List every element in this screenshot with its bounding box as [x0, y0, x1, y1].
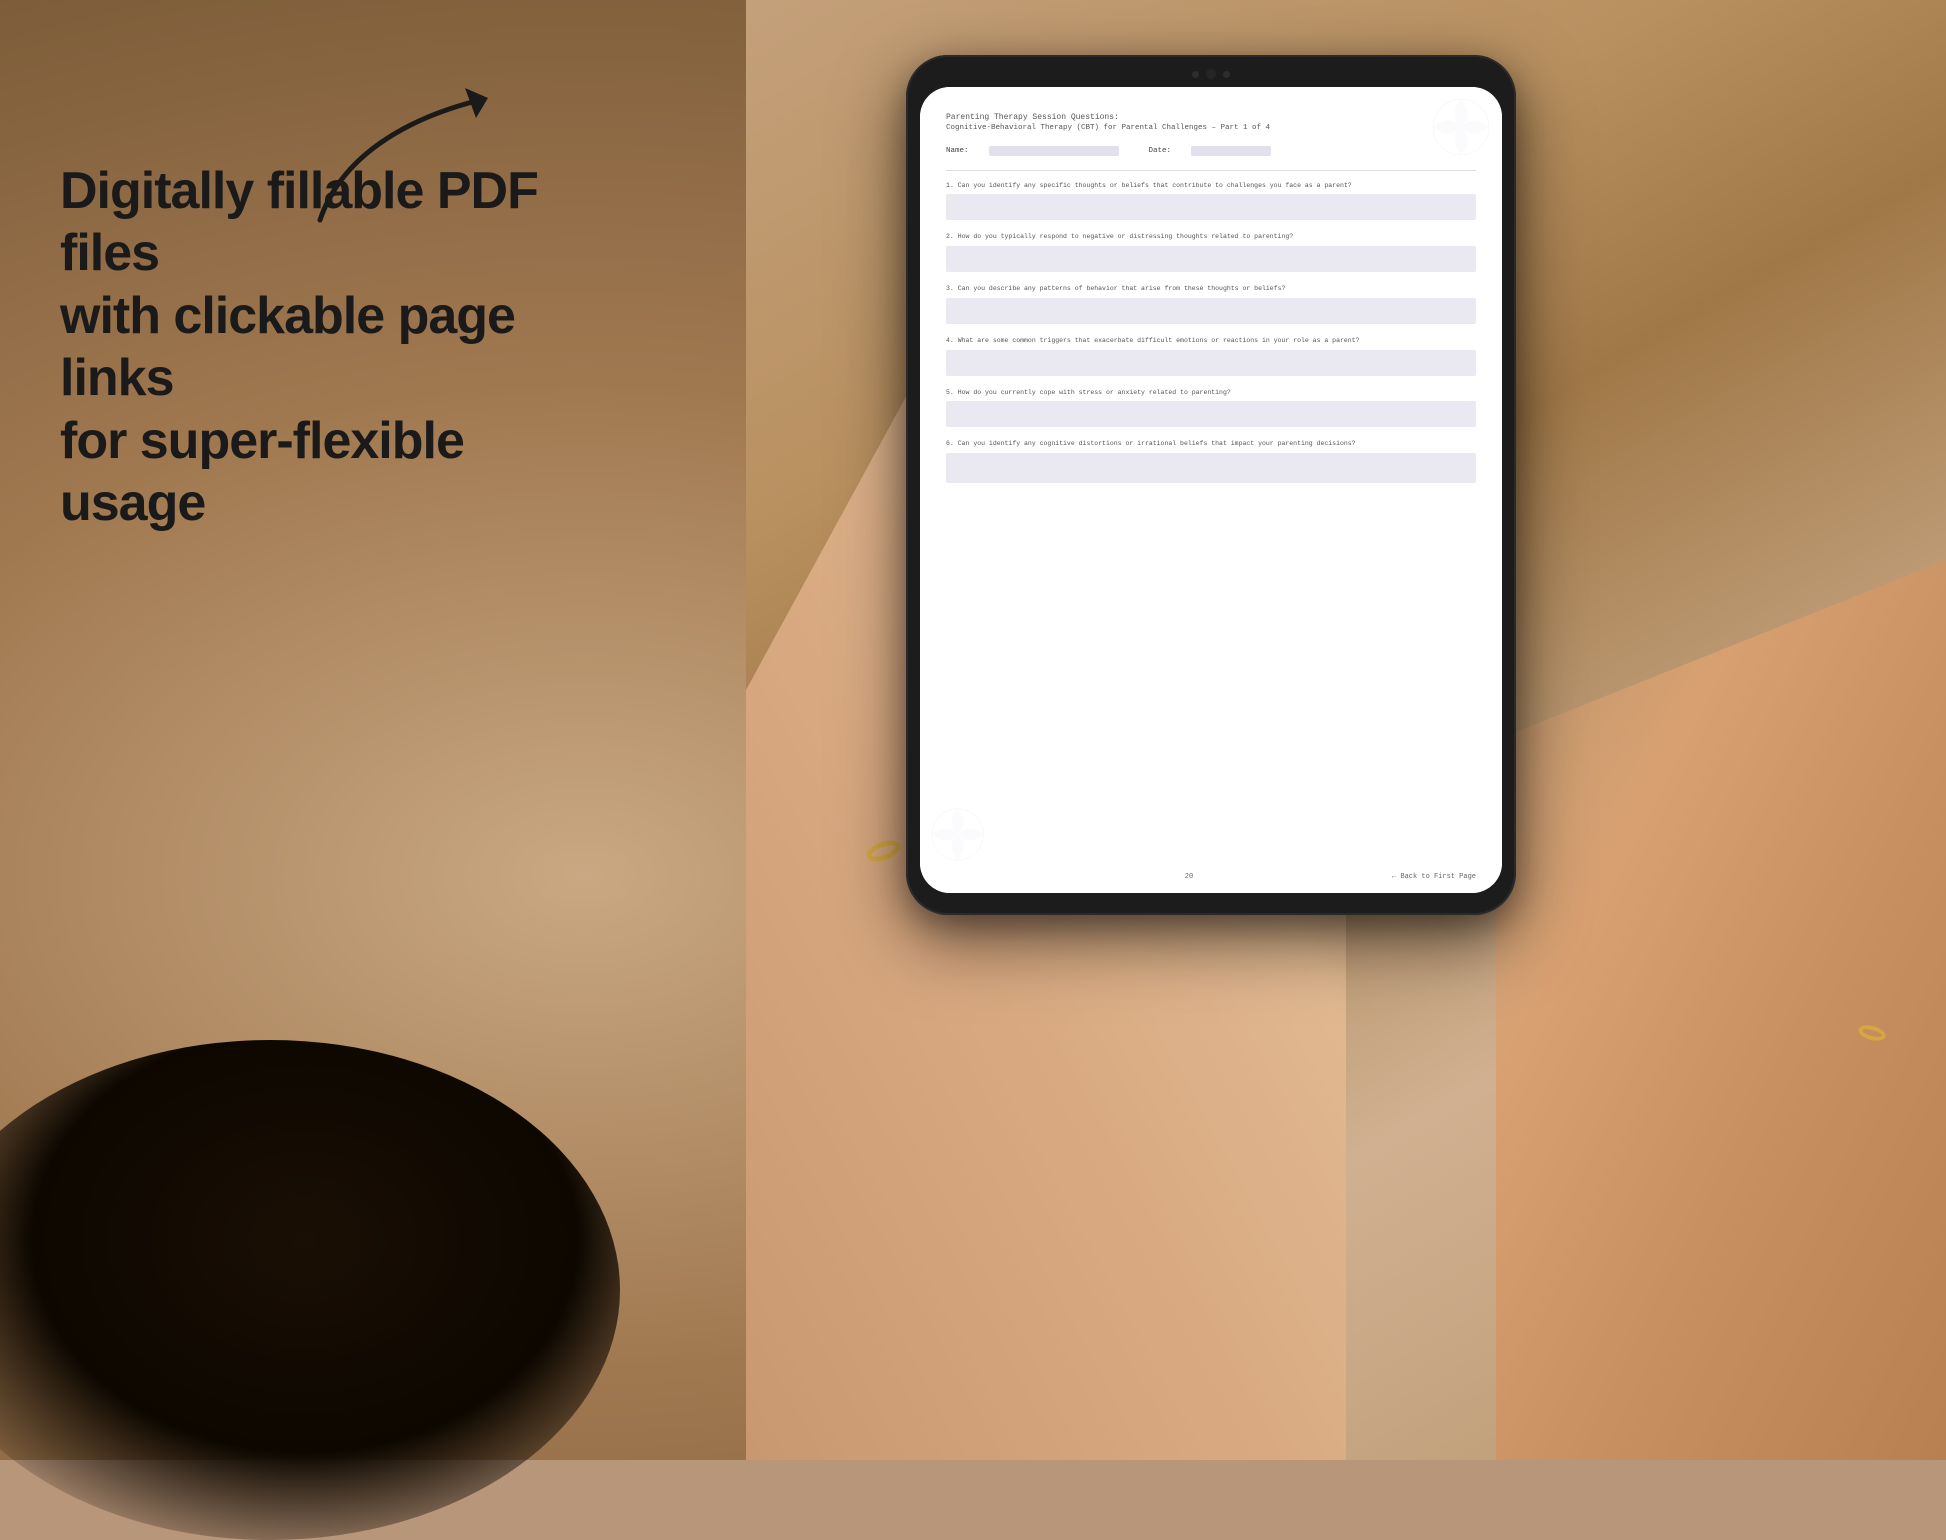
promo-line2: with clickable page links	[60, 287, 515, 407]
question-4-answer[interactable]	[946, 350, 1476, 376]
question-1-block: 1. Can you identify any specific thought…	[946, 181, 1476, 221]
question-6-text: 6. Can you identify any cognitive distor…	[946, 439, 1476, 449]
camera-dot-center	[1206, 69, 1216, 79]
question-5-text: 5. How do you currently cope with stress…	[946, 388, 1476, 398]
question-2-answer[interactable]	[946, 246, 1476, 272]
question-1-answer[interactable]	[946, 194, 1476, 220]
pdf-name-input[interactable]	[989, 146, 1119, 156]
tablet-device: Parenting Therapy Session Questions: Cog…	[906, 55, 1516, 915]
question-5-answer[interactable]	[946, 401, 1476, 427]
question-2-block: 2. How do you typically respond to negat…	[946, 232, 1476, 272]
question-4-block: 4. What are some common triggers that ex…	[946, 336, 1476, 376]
question-6-block: 6. Can you identify any cognitive distor…	[946, 439, 1476, 483]
promo-line3: for super-flexible usage	[60, 412, 464, 532]
pdf-back-link[interactable]: ← Back to First Page	[1392, 873, 1476, 881]
pdf-title-line1: Parenting Therapy Session Questions:	[946, 113, 1476, 122]
question-1-text: 1. Can you identify any specific thought…	[946, 181, 1476, 191]
question-2-text: 2. How do you typically respond to negat…	[946, 232, 1476, 242]
promo-line1: Digitally fillable PDF files	[60, 162, 538, 282]
tablet-screen: Parenting Therapy Session Questions: Cog…	[920, 87, 1502, 893]
question-5-block: 5. How do you currently cope with stress…	[946, 388, 1476, 428]
pdf-footer: 20 ← Back to First Page	[946, 873, 1476, 881]
pdf-name-date-row: Name: Date:	[946, 146, 1476, 156]
question-3-answer[interactable]	[946, 298, 1476, 324]
question-3-block: 3. Can you describe any patterns of beha…	[946, 284, 1476, 324]
camera-dot-2	[1223, 71, 1230, 78]
question-6-answer[interactable]	[946, 453, 1476, 483]
pdf-date-label: Date:	[1149, 147, 1172, 155]
watermark-bottom-left	[928, 805, 988, 868]
pdf-page-number: 20	[1185, 873, 1193, 881]
scene-container: Parenting Therapy Session Questions: Cog…	[746, 0, 1946, 1460]
pdf-divider	[946, 170, 1476, 171]
camera-area	[1192, 69, 1230, 79]
question-3-text: 3. Can you describe any patterns of beha…	[946, 284, 1476, 294]
pdf-content: Parenting Therapy Session Questions: Cog…	[920, 87, 1502, 893]
pdf-name-label: Name:	[946, 147, 969, 155]
pdf-date-input[interactable]	[1191, 146, 1271, 156]
pdf-title-line2: Cognitive-Behavioral Therapy (CBT) for P…	[946, 124, 1476, 132]
promo-text-container: Digitally fillable PDF files with clicka…	[60, 160, 560, 534]
camera-dot-1	[1192, 71, 1199, 78]
question-4-text: 4. What are some common triggers that ex…	[946, 336, 1476, 346]
promo-text: Digitally fillable PDF files with clicka…	[60, 160, 560, 534]
